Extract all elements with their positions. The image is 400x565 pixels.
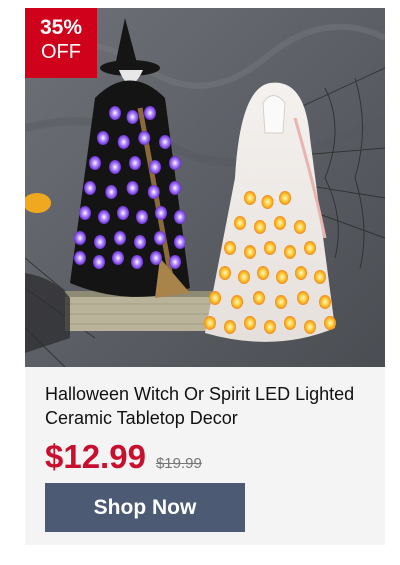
led-bulb [319,295,331,309]
product-info: Halloween Witch Or Spirit LED Lighted Ce… [45,382,375,476]
led-bulb [169,181,181,195]
led-bulb [114,231,126,245]
led-bulb [74,231,86,245]
led-bulb [93,255,105,269]
led-bulb [276,270,288,284]
led-bulb [294,220,306,234]
led-bulb [169,255,181,269]
led-bulb [238,270,250,284]
led-bulb [169,156,181,170]
led-bulb [89,156,101,170]
led-bulb [304,320,316,334]
led-bulb [279,191,291,205]
led-bulb [159,135,171,149]
led-bulb [324,316,336,330]
led-bulb [155,206,167,220]
led-bulb [224,320,236,334]
led-bulb [274,216,286,230]
led-bulb [209,291,221,305]
led-bulb [244,191,256,205]
led-bulb [149,160,161,174]
price-row: $12.99 $19.99 [45,438,375,476]
led-bulb [204,316,216,330]
product-card[interactable]: 35% OFF Halloween Witch Or Spirit LED Li… [25,8,385,545]
led-bulb [126,181,139,195]
led-bulb [264,320,276,334]
led-bulb [314,270,326,284]
led-bulb [150,251,162,265]
product-title[interactable]: Halloween Witch Or Spirit LED Lighted Ce… [45,382,375,430]
led-bulb [134,235,146,249]
led-bulb [284,245,296,259]
led-bulb [131,255,143,269]
led-bulb [74,251,86,265]
led-bulb [109,160,121,174]
led-bulb [264,241,276,255]
led-bulb [275,295,287,309]
led-bulb [231,295,243,309]
led-bulb [174,235,186,249]
led-bulb [254,220,266,234]
led-bulb [129,156,141,170]
led-bulb [154,231,166,245]
led-bulb [253,291,265,305]
led-bulb [224,241,236,255]
led-bulb [79,206,91,220]
led-bulb [257,266,269,280]
led-bulb [117,135,130,149]
led-bulb [109,106,121,120]
led-bulb [295,266,307,280]
shop-now-button[interactable]: Shop Now [45,483,245,532]
led-bulb [138,131,151,145]
original-price: $19.99 [155,455,202,472]
led-bulb [136,210,148,224]
led-bulb [284,316,296,330]
led-bulb [126,110,139,124]
led-bulb [304,241,316,255]
led-bulb [105,185,118,199]
led-bulb [244,245,256,259]
led-bulb [174,210,186,224]
led-bulb [219,266,231,280]
led-bulb [261,195,274,209]
product-image[interactable]: 35% OFF [25,8,385,367]
led-bulb [97,131,109,145]
led-bulb [244,316,256,330]
led-bulb [117,206,129,220]
led-bulb [94,235,106,249]
discount-badge: 35% OFF [25,8,97,78]
led-bulb [84,181,96,195]
led-bulb [98,210,110,224]
led-bulb [147,185,160,199]
sale-price: $12.99 [45,438,146,475]
led-bulb [234,216,246,230]
discount-percent: 35% [39,16,83,39]
led-bulb [144,106,156,120]
led-bulb [112,251,124,265]
led-bulb [297,291,309,305]
discount-label: OFF [41,41,81,63]
